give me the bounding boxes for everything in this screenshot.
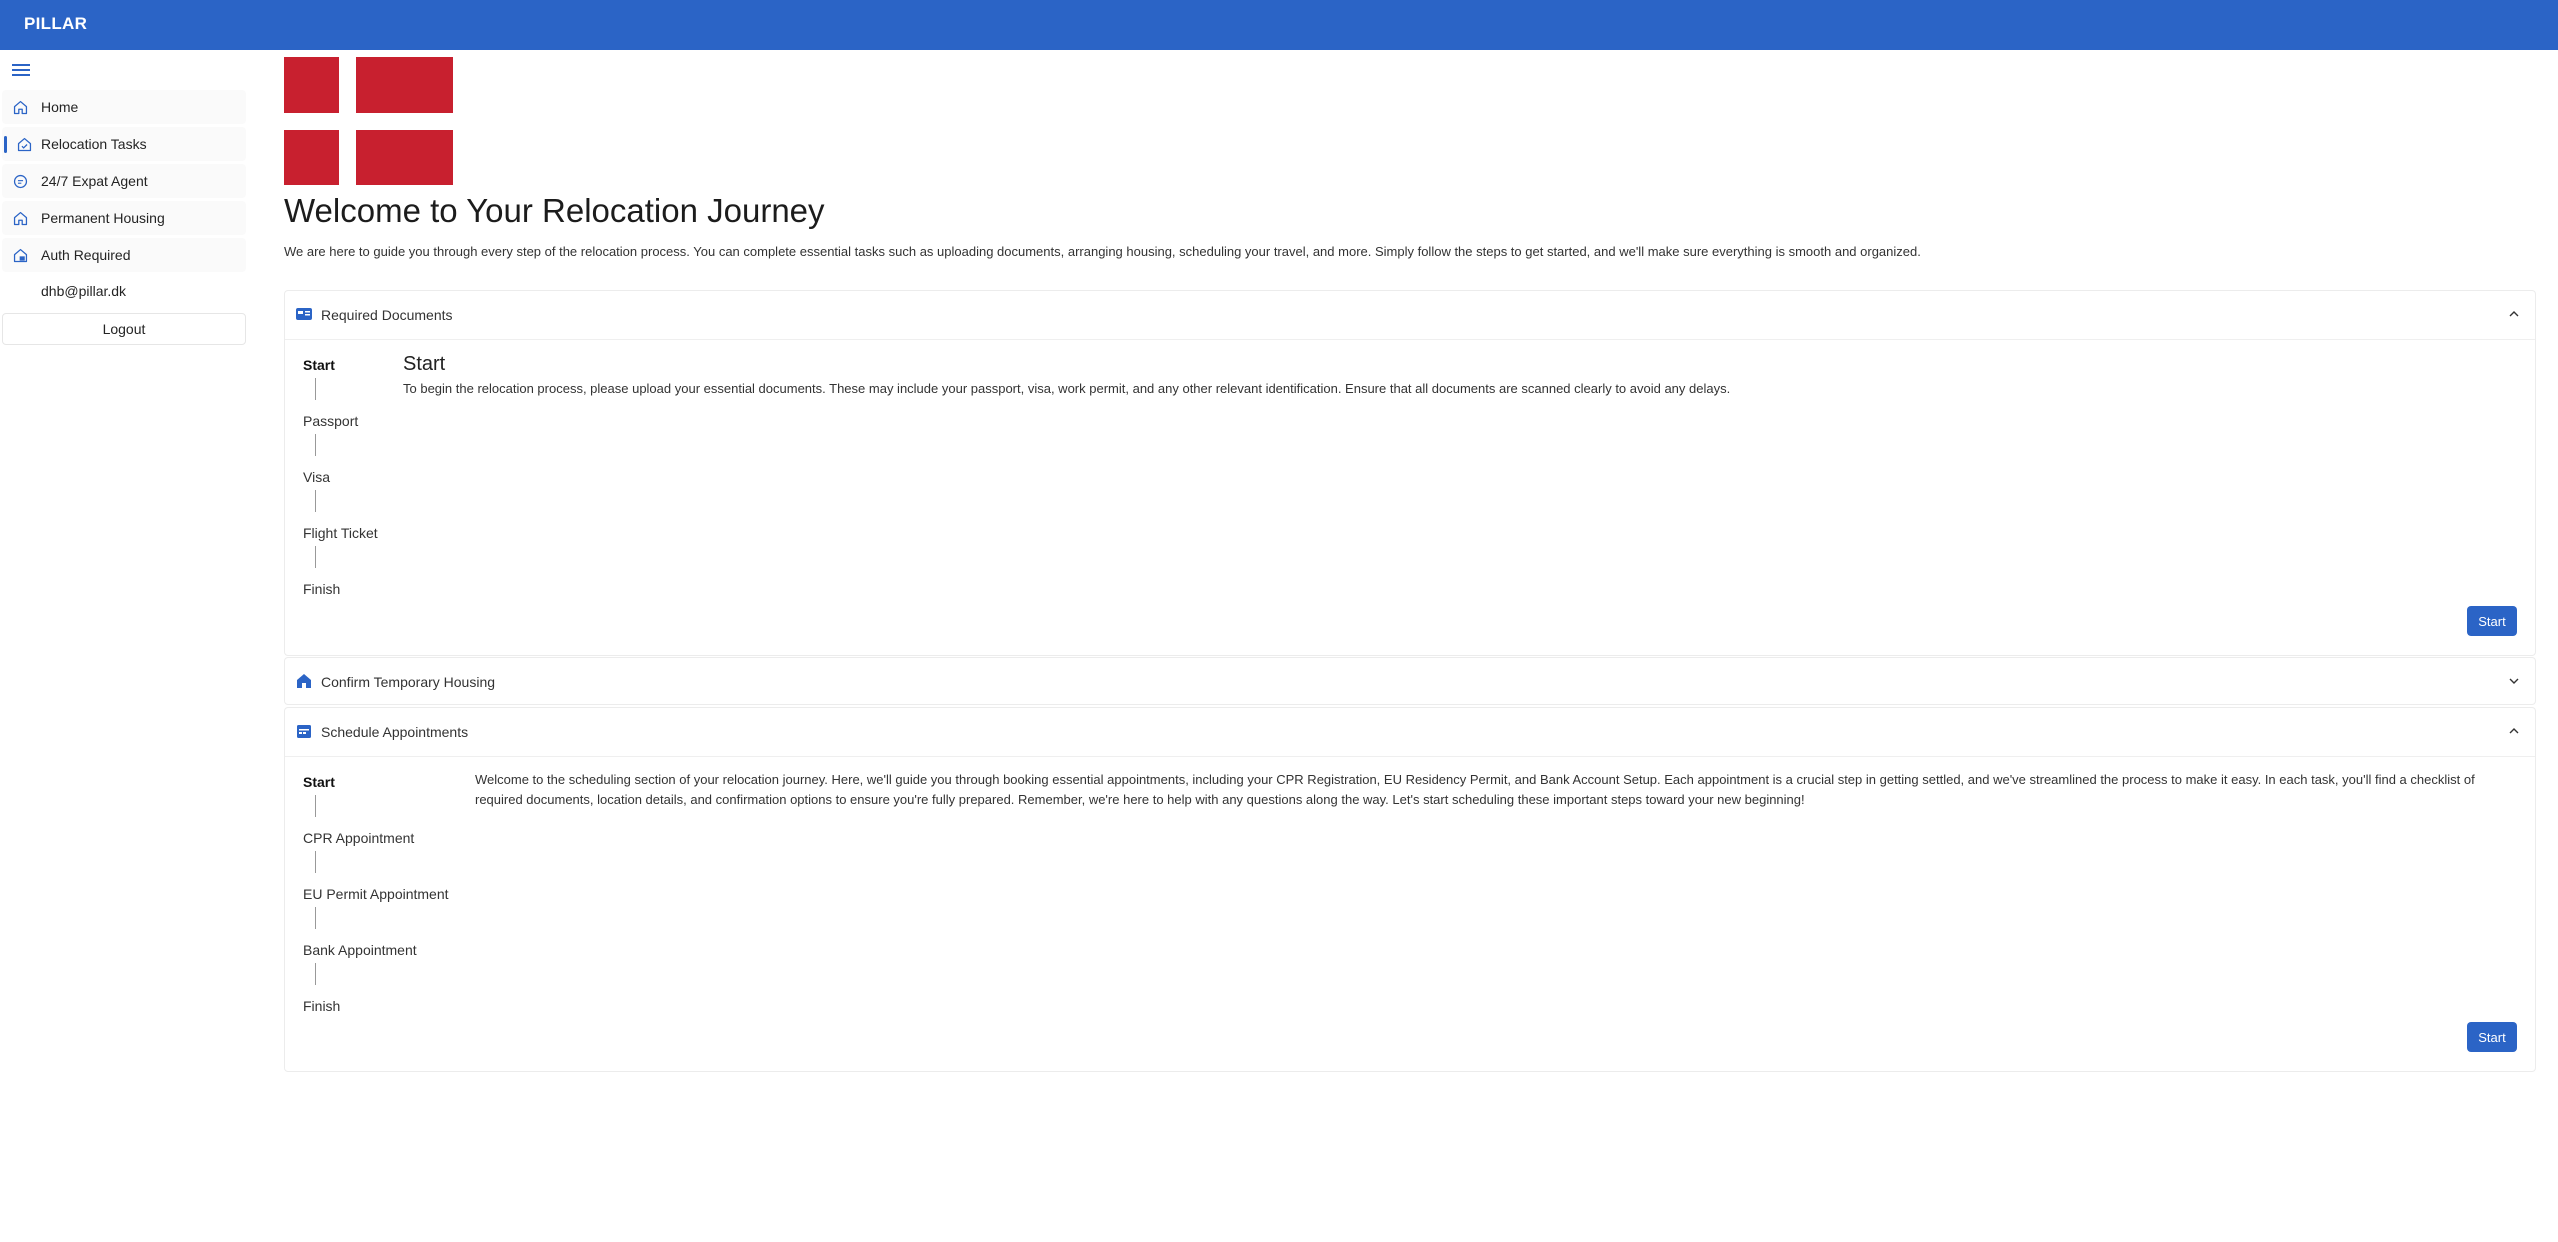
- panel-title: Confirm Temporary Housing: [321, 674, 496, 690]
- temporary-housing-panel: Confirm Temporary Housing: [284, 657, 2536, 705]
- panel-title: Schedule Appointments: [321, 724, 469, 740]
- step-connector: [315, 795, 316, 817]
- required-documents-panel: Required Documents Start Passport Visa F…: [284, 290, 2536, 656]
- sidebar-item-label: Permanent Housing: [41, 210, 165, 226]
- top-app-bar: PILLAR: [0, 0, 2558, 50]
- step-connector: [315, 546, 316, 568]
- step-connector: [315, 963, 316, 985]
- home-icon: [297, 674, 311, 688]
- step-connector: [315, 907, 316, 929]
- step-connector: [315, 378, 316, 400]
- step-start[interactable]: Start: [303, 774, 335, 790]
- schedule-appointments-panel: Schedule Appointments Start CPR Appointm…: [284, 707, 2536, 1072]
- sidebar-item-home[interactable]: Home: [2, 90, 246, 124]
- step-passport[interactable]: Passport: [303, 413, 358, 429]
- chevron-up-icon[interactable]: [2507, 307, 2521, 321]
- home-icon: [13, 211, 28, 226]
- step-bank-appointment[interactable]: Bank Appointment: [303, 942, 417, 958]
- divider: [285, 339, 2535, 340]
- step-cpr-appointment[interactable]: CPR Appointment: [303, 830, 414, 846]
- step-finish[interactable]: Finish: [303, 998, 340, 1014]
- panel-title: Required Documents: [321, 307, 453, 323]
- step-start[interactable]: Start: [303, 357, 335, 373]
- required-documents-header[interactable]: Required Documents: [285, 291, 2535, 339]
- brand-logo[interactable]: PILLAR: [24, 14, 87, 34]
- step-flight-ticket[interactable]: Flight Ticket: [303, 525, 378, 541]
- calendar-icon: [297, 725, 311, 738]
- sidebar-item-auth-required[interactable]: Auth Required: [2, 238, 246, 272]
- chat-icon: [13, 174, 28, 189]
- page-intro: We are here to guide you through every s…: [284, 244, 1921, 259]
- step-content-title: Start: [403, 353, 446, 375]
- lock-icon: [13, 248, 28, 263]
- sidebar-item-label: 24/7 Expat Agent: [41, 173, 148, 189]
- home-icon: [13, 100, 28, 115]
- divider: [285, 756, 2535, 757]
- sidebar-item-label: Auth Required: [41, 247, 131, 263]
- step-connector: [315, 490, 316, 512]
- logout-button[interactable]: Logout: [2, 313, 246, 345]
- step-finish[interactable]: Finish: [303, 581, 340, 597]
- step-content-text: To begin the relocation process, please …: [403, 381, 1731, 396]
- sidebar: Home Relocation Tasks 24/7 Expat Agent P…: [0, 50, 248, 1242]
- id-card-icon: [296, 308, 312, 320]
- sidebar-item-permanent-housing[interactable]: Permanent Housing: [2, 201, 246, 235]
- sidebar-item-label: Home: [41, 99, 79, 115]
- sidebar-item-relocation-tasks[interactable]: Relocation Tasks: [2, 127, 246, 161]
- user-email: dhb@pillar.dk: [41, 283, 127, 299]
- sidebar-item-label: Relocation Tasks: [41, 136, 147, 152]
- schedule-appointments-header[interactable]: Schedule Appointments: [285, 708, 2535, 756]
- step-content-text: Welcome to the scheduling section of you…: [475, 772, 2475, 807]
- step-visa[interactable]: Visa: [303, 469, 330, 485]
- documents-start-button[interactable]: Start: [2467, 606, 2517, 636]
- chevron-up-icon[interactable]: [2507, 724, 2521, 738]
- page-title: Welcome to Your Relocation Journey: [284, 192, 825, 229]
- active-indicator: [4, 136, 7, 153]
- temporary-housing-header[interactable]: Confirm Temporary Housing: [285, 658, 2535, 706]
- appointments-start-button[interactable]: Start: [2467, 1022, 2517, 1052]
- chevron-down-icon[interactable]: [2507, 674, 2521, 688]
- tasks-icon: [17, 137, 32, 152]
- menu-icon[interactable]: [12, 62, 30, 78]
- step-connector: [315, 434, 316, 456]
- sidebar-item-expat-agent[interactable]: 24/7 Expat Agent: [2, 164, 246, 198]
- step-connector: [315, 851, 316, 873]
- step-eu-permit-appointment[interactable]: EU Permit Appointment: [303, 886, 449, 902]
